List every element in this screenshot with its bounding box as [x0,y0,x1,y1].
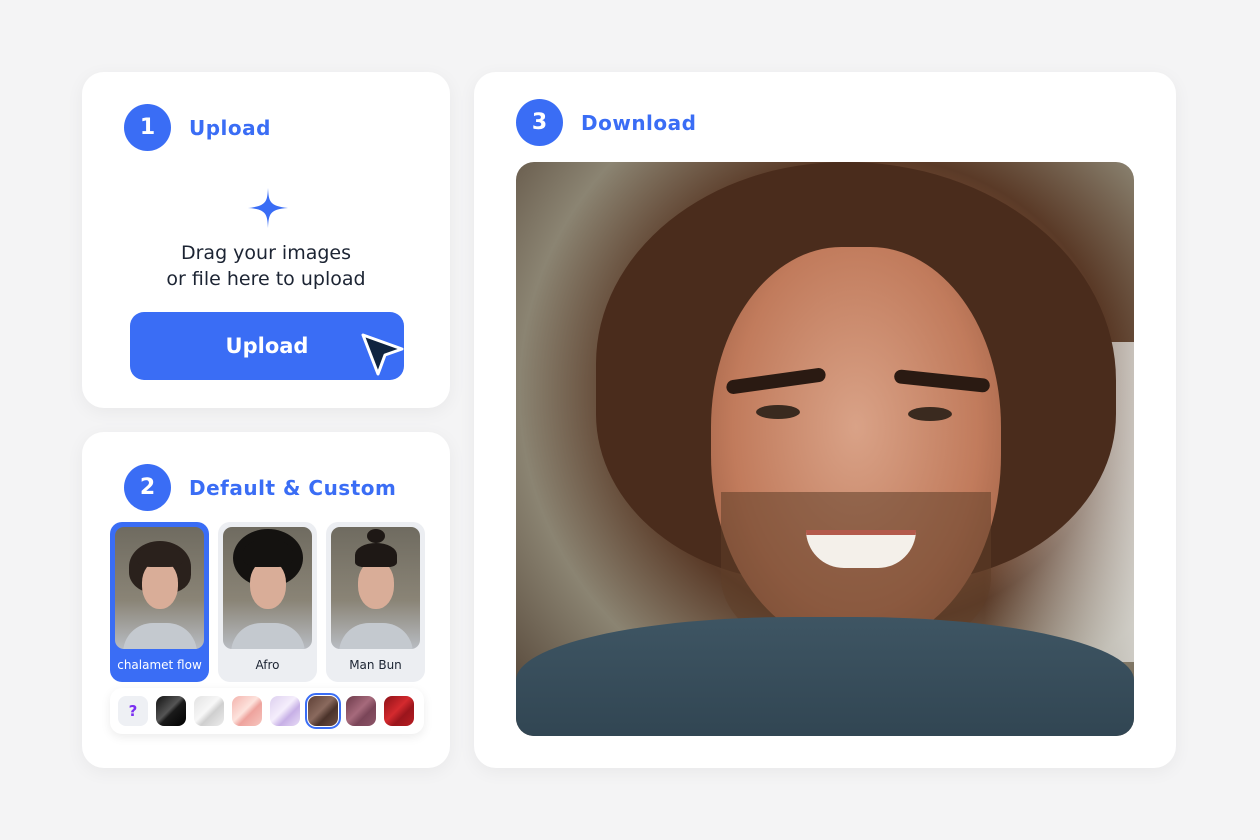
hairstyle-thumbnail [115,527,204,649]
hairstyle-thumbnail [223,527,312,649]
upload-card: 1 Upload Drag your images or file here t… [82,72,450,408]
step-1-header: 1 Upload [124,104,271,151]
hairstyle-label: chalamet flow [117,658,202,672]
hairstyle-list: chalamet flow Afro Man Bun [110,522,425,682]
hair-color-palette: ? [110,688,424,734]
hairstyle-card: 2 Default & Custom chalamet flow Afro Ma… [82,432,450,768]
step-title: Upload [189,115,271,140]
drop-text-line-2: or file here to upload [166,268,366,290]
step-number-badge: 1 [124,104,171,151]
step-number-badge: 2 [124,464,171,511]
color-swatch-black[interactable] [156,696,186,726]
custom-color-help-icon[interactable]: ? [118,696,148,726]
drop-text-line-1: Drag your images [180,242,352,264]
hairstyle-option-chalamet-flow[interactable]: chalamet flow [110,522,209,682]
result-photo: Download [516,162,1134,736]
cursor-arrow-icon [361,333,404,376]
hairstyle-option-man-bun[interactable]: Man Bun [326,522,425,682]
plus-icon[interactable] [247,187,289,229]
hairstyle-label: Man Bun [349,658,402,672]
download-card: 3 Download Download [474,72,1176,768]
hairstyle-thumbnail [331,527,420,649]
color-swatch-lavender[interactable] [270,696,300,726]
color-swatch-brown[interactable] [305,693,341,729]
drop-zone-text[interactable]: Drag your images or file here to upload [82,240,450,292]
step-number-badge: 3 [516,99,563,146]
step-2-header: 2 Default & Custom [124,464,396,511]
color-swatch-mauve[interactable] [346,696,376,726]
hairstyle-option-afro[interactable]: Afro [218,522,317,682]
color-swatch-silver[interactable] [194,696,224,726]
step-title: Default & Custom [189,475,397,500]
hairstyle-label: Afro [255,658,280,672]
color-swatch-red[interactable] [384,696,414,726]
step-title: Download [581,110,697,135]
color-swatch-pink[interactable] [232,696,262,726]
step-3-header: 3 Download [516,99,696,146]
